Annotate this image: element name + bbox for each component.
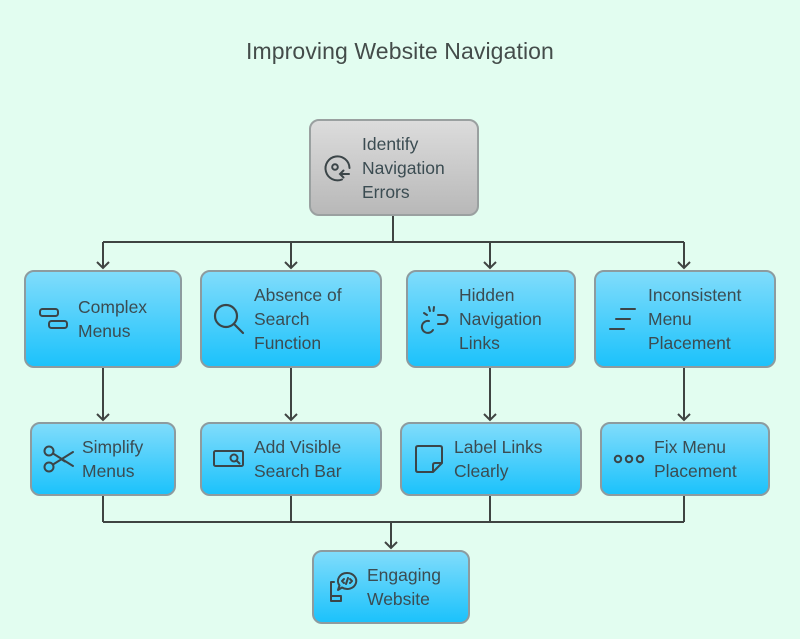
problem-label: Inconsistent Menu Placement (648, 285, 742, 353)
root-node[interactable]: Identify Navigation Errors (309, 119, 479, 216)
search-bar-icon (212, 448, 246, 470)
problem-label: Hidden Navigation Links (459, 285, 542, 353)
outcome-node[interactable]: Engaging Website (312, 550, 470, 624)
solution-node-add-search-bar[interactable]: Add Visible Search Bar (200, 422, 382, 496)
stacked-bars-icon (38, 305, 70, 333)
target-return-icon (321, 152, 355, 184)
ellipsis-icon (612, 453, 646, 465)
sticky-note-icon (412, 443, 446, 475)
problem-node-absence-of-search[interactable]: Absence of Search Function (200, 270, 382, 368)
solution-node-fix-menu-placement[interactable]: Fix Menu Placement (600, 422, 770, 496)
problem-node-complex-menus[interactable]: Complex Menus (24, 270, 182, 368)
solution-label: Add Visible Search Bar (254, 437, 342, 481)
solution-label: Simplify Menus (82, 437, 144, 481)
scissors-icon (42, 444, 76, 474)
problem-label: Absence of Search Function (254, 285, 342, 353)
staggered-lines-icon (606, 305, 640, 333)
phone-code-bubble-icon (326, 570, 360, 604)
problem-label: Complex Menus (78, 297, 148, 341)
solution-label: Fix Menu Placement (654, 437, 737, 481)
outcome-label: Engaging Website (367, 565, 441, 609)
solution-node-label-links[interactable]: Label Links Clearly (400, 422, 582, 496)
root-label: Identify Navigation Errors (362, 133, 445, 202)
problem-node-inconsistent-placement[interactable]: Inconsistent Menu Placement (594, 270, 776, 368)
broken-link-icon (418, 303, 452, 335)
problem-node-hidden-links[interactable]: Hidden Navigation Links (406, 270, 576, 368)
magnifier-icon (212, 302, 246, 336)
solution-label: Label Links Clearly (454, 437, 543, 481)
solution-node-simplify-menus[interactable]: Simplify Menus (30, 422, 176, 496)
